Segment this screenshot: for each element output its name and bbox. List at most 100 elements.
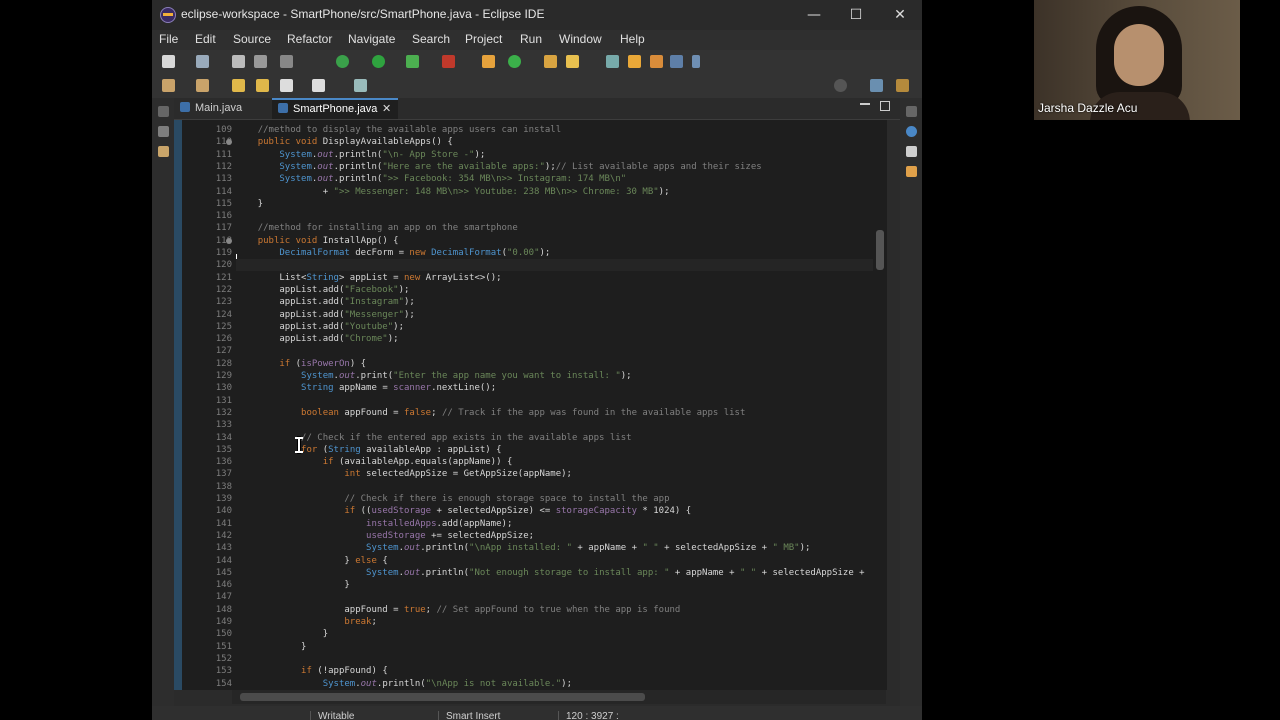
code-line[interactable]	[236, 481, 887, 493]
code-line[interactable]: System.out.println("\n- App Store -");	[236, 149, 887, 161]
menu-edit[interactable]: Edit	[195, 32, 216, 46]
next-annotation-icon[interactable]	[162, 79, 175, 92]
toggle-breadcrumb-icon[interactable]	[606, 55, 619, 68]
package-explorer-icon[interactable]	[158, 126, 169, 137]
code-line[interactable]	[236, 259, 887, 272]
code-line[interactable]: } else {	[236, 555, 887, 567]
code-line[interactable]: DecimalFormat decForm = new DecimalForma…	[236, 247, 887, 259]
last-edit-location-icon[interactable]	[232, 79, 245, 92]
code-line[interactable]: // Check if the entered app exists in th…	[236, 432, 887, 444]
menu-refactor[interactable]: Refactor	[287, 32, 332, 46]
restore-right-icon[interactable]	[906, 106, 917, 117]
code-line[interactable]: }	[236, 641, 887, 653]
code-line[interactable]: System.out.println("Not enough storage t…	[236, 567, 887, 579]
code-line[interactable]	[236, 395, 887, 407]
code-line[interactable]	[236, 653, 887, 665]
mark-occurrences-icon[interactable]	[628, 55, 641, 68]
code-line[interactable]: System.out.println("\nApp installed: " +…	[236, 542, 887, 554]
code-editor[interactable]: 109 //method to display the available ap…	[174, 120, 887, 690]
code-line[interactable]	[236, 210, 887, 222]
open-perspective-icon[interactable]	[870, 79, 883, 92]
maximize-editor-icon[interactable]	[880, 101, 890, 111]
menu-file[interactable]: File	[159, 32, 178, 46]
close-button[interactable]: ✕	[886, 4, 914, 26]
maximize-button[interactable]: ☐	[842, 4, 870, 26]
menu-help[interactable]: Help	[620, 32, 645, 46]
menu-project[interactable]: Project	[465, 32, 502, 46]
code-line[interactable]: appList.add("Messenger");	[236, 309, 887, 321]
code-line[interactable]: installedApps.add(appName);	[236, 518, 887, 530]
code-line[interactable]: appList.add("Youtube");	[236, 321, 887, 333]
menu-navigate[interactable]: Navigate	[348, 32, 395, 46]
search-icon[interactable]	[834, 79, 847, 92]
code-line[interactable]: System.out.println("Here are the availab…	[236, 161, 887, 173]
code-line[interactable]: System.out.println(">> Facebook: 354 MB\…	[236, 173, 887, 185]
horizontal-scroll-thumb[interactable]	[240, 693, 645, 701]
code-line[interactable]: break;	[236, 616, 887, 628]
code-line[interactable]: }	[236, 579, 887, 591]
code-line[interactable]: public void InstallApp() {	[236, 235, 887, 247]
menu-source[interactable]: Source	[233, 32, 271, 46]
code-line[interactable]: for (String availableApp : appList) {	[236, 444, 887, 456]
external-tools-icon[interactable]	[442, 55, 455, 68]
code-line[interactable]	[236, 591, 887, 603]
back-arrow-icon[interactable]	[280, 79, 293, 92]
minimize-button[interactable]: —	[800, 4, 828, 26]
close-tab-icon[interactable]: ✕	[382, 100, 391, 118]
open-folder-icon[interactable]	[196, 55, 209, 68]
code-line[interactable]: //method for installing an app on the sm…	[236, 222, 887, 234]
code-line[interactable]	[236, 419, 887, 431]
code-line[interactable]: public void DisplayAvailableApps() {	[236, 136, 887, 148]
code-line[interactable]: System.out.println("\nApp is not availab…	[236, 678, 887, 690]
horizontal-scrollbar[interactable]	[232, 690, 886, 704]
code-line[interactable]: appList.add("Chrome");	[236, 333, 887, 345]
code-line[interactable]: usedStorage += selectedAppSize;	[236, 530, 887, 542]
code-line[interactable]: List<String> appList = new ArrayList<>()…	[236, 272, 887, 284]
save-icon[interactable]	[232, 55, 245, 68]
code-line[interactable]: // Check if there is enough storage spac…	[236, 493, 887, 505]
restore-view-icon[interactable]	[158, 106, 169, 117]
code-line[interactable]: }	[236, 198, 887, 210]
open-type-icon[interactable]	[544, 55, 557, 68]
override-marker-icon[interactable]	[226, 237, 232, 244]
code-line[interactable]: appList.add("Facebook");	[236, 284, 887, 296]
block-selection-icon[interactable]	[670, 55, 683, 68]
code-line[interactable]: String appName = scanner.nextLine();	[236, 382, 887, 394]
code-line[interactable]: System.out.print("Enter the app name you…	[236, 370, 887, 382]
outline-icon[interactable]	[906, 146, 917, 157]
code-line[interactable]: if (!appFound) {	[236, 665, 887, 677]
save-all-icon[interactable]	[254, 55, 267, 68]
vertical-scroll-thumb[interactable]	[876, 230, 884, 270]
menu-window[interactable]: Window	[559, 32, 602, 46]
coverage-icon[interactable]	[406, 55, 419, 68]
code-line[interactable]: //method to display the available apps u…	[236, 124, 887, 136]
print-icon[interactable]	[280, 55, 293, 68]
run-icon[interactable]	[372, 55, 385, 68]
pin-editor-icon[interactable]	[354, 79, 367, 92]
code-line[interactable]: boolean appFound = false; // Track if th…	[236, 407, 887, 419]
tab-main-java[interactable]: Main.java	[180, 98, 266, 119]
annotation-icon[interactable]	[650, 55, 663, 68]
minimize-editor-icon[interactable]	[860, 103, 870, 105]
java-perspective-icon[interactable]	[896, 79, 909, 92]
outline-view-icon[interactable]	[158, 146, 169, 157]
code-line[interactable]	[236, 345, 887, 357]
menu-run[interactable]: Run	[520, 32, 542, 46]
code-line[interactable]: if (availableApp.equals(appName)) {	[236, 456, 887, 468]
new-file-icon[interactable]	[162, 55, 175, 68]
task-list-icon[interactable]	[906, 126, 917, 137]
new-class-icon[interactable]	[508, 55, 521, 68]
code-line[interactable]: if (isPowerOn) {	[236, 358, 887, 370]
code-line[interactable]: }	[236, 628, 887, 640]
code-line[interactable]: appFound = true; // Set appFound to true…	[236, 604, 887, 616]
problems-icon[interactable]	[906, 166, 917, 177]
previous-annotation-icon[interactable]	[196, 79, 209, 92]
code-line[interactable]: appList.add("Instagram");	[236, 296, 887, 308]
debug-icon[interactable]	[336, 55, 349, 68]
vertical-scrollbar[interactable]	[873, 120, 887, 690]
code-line[interactable]: + ">> Messenger: 148 MB\n>> Youtube: 238…	[236, 186, 887, 198]
forward-arrow-icon[interactable]	[312, 79, 325, 92]
new-package-icon[interactable]	[482, 55, 495, 68]
code-line[interactable]: int selectedAppSize = GetAppSize(appName…	[236, 468, 887, 480]
menu-search[interactable]: Search	[412, 32, 450, 46]
